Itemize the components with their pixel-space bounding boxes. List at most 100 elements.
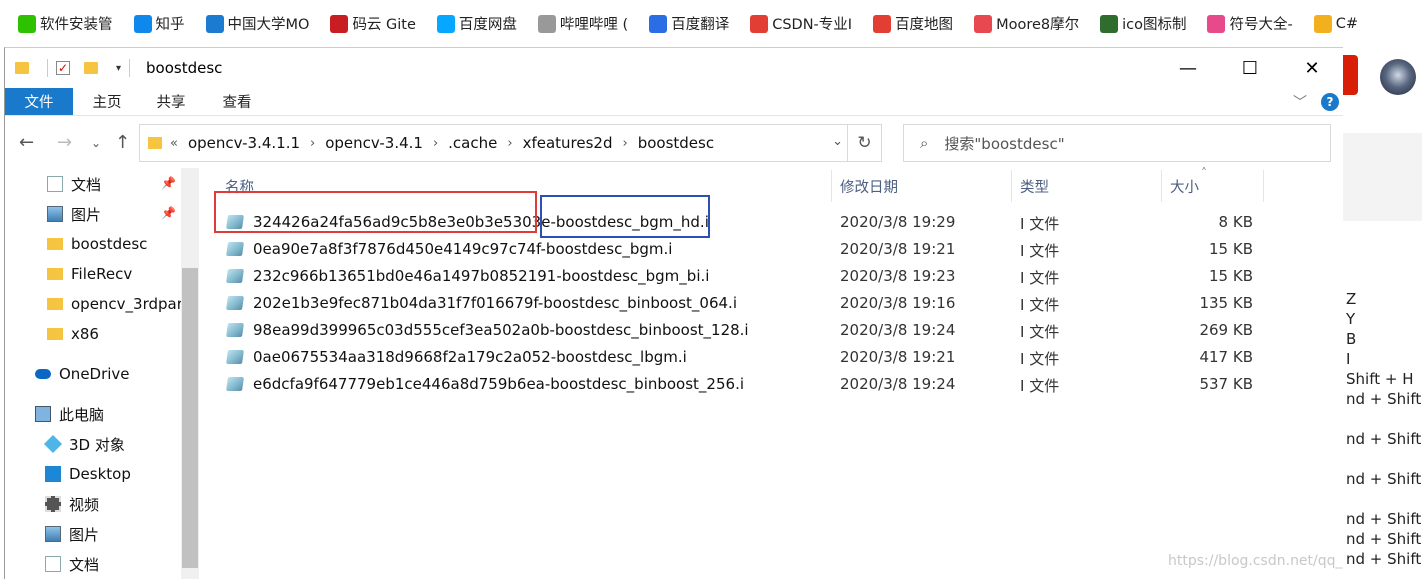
- bookmark-item[interactable]: Moore8摩尔: [974, 9, 1079, 39]
- bookmark-item[interactable]: 中国大学MO: [205, 9, 309, 39]
- breadcrumb-item[interactable]: .cache: [448, 134, 497, 152]
- pictures-icon: [47, 206, 63, 222]
- refresh-icon[interactable]: ↻: [847, 125, 881, 161]
- column-header-type[interactable]: 类型: [1020, 168, 1049, 204]
- file-date: 2020/3/8 19:24: [840, 375, 956, 393]
- forward-arrow-icon[interactable]: →: [57, 132, 72, 153]
- up-arrow-icon[interactable]: ↑: [115, 132, 130, 153]
- column-divider[interactable]: [831, 170, 832, 202]
- moore-icon: [974, 14, 993, 33]
- annotation-red-box: [214, 191, 537, 233]
- pin-icon[interactable]: 📌: [161, 176, 176, 190]
- column-header-size[interactable]: 大小: [1170, 168, 1199, 204]
- bookmark-item[interactable]: 百度地图: [873, 9, 953, 39]
- sidebar-item[interactable]: 图片: [47, 200, 101, 228]
- sidebar-item[interactable]: 文档: [45, 550, 99, 578]
- bookmark-item[interactable]: 符号大全-: [1207, 9, 1293, 39]
- bookmark-item[interactable]: ico图标制: [1100, 9, 1186, 39]
- sidebar-item[interactable]: OneDrive: [35, 360, 130, 388]
- bookmark-label: 百度网盘: [458, 17, 517, 33]
- background-text: nd + Shift +: [1346, 530, 1422, 548]
- breadcrumb-chevron-icon[interactable]: ›: [507, 136, 512, 151]
- sidebar-item-label: 图片: [71, 205, 102, 224]
- file-icon: [226, 350, 244, 364]
- file-row[interactable]: 0ae0675534aa318d9668f2a179c2a052-boostde…: [217, 344, 1253, 371]
- sidebar-item[interactable]: opencv_3rdpar: [47, 290, 183, 318]
- sidebar-item[interactable]: 3D 对象: [43, 430, 125, 458]
- breadcrumb-item[interactable]: boostdesc: [638, 134, 714, 152]
- customize-toolbar-dropdown[interactable]: ▾: [116, 63, 121, 74]
- breadcrumb-overflow[interactable]: «: [170, 136, 178, 151]
- column-divider[interactable]: [1011, 170, 1012, 202]
- column-header-date[interactable]: 修改日期: [840, 168, 898, 204]
- sidebar-item-label: x86: [71, 325, 99, 343]
- navigation-bar: ← → ⌄ ↑ « opencv-3.4.1.1 › opencv-3.4.1 › .c…: [5, 122, 1343, 166]
- sidebar-item[interactable]: x86: [47, 320, 99, 348]
- file-row[interactable]: 0ea90e7a8f3f7876d450e4149c97c74f-boostde…: [217, 236, 1253, 263]
- breadcrumb-chevron-icon[interactable]: ›: [433, 136, 438, 151]
- bookmark-item[interactable]: CSDN-专业I: [750, 9, 852, 39]
- tab-share[interactable]: 共享: [149, 88, 193, 115]
- column-divider[interactable]: [1161, 170, 1162, 202]
- avatar[interactable]: [1380, 59, 1416, 95]
- file-row[interactable]: 232c966b13651bd0e46a1497b0852191-boostde…: [217, 263, 1253, 290]
- tab-home[interactable]: 主页: [85, 88, 129, 115]
- bookmark-item[interactable]: 哔哩哔哩 (: [537, 9, 628, 39]
- file-name: e6dcfa9f647779eb1ce446a8d759b6ea-boostde…: [253, 375, 745, 393]
- file-icon: [226, 242, 244, 256]
- sidebar-item[interactable]: Desktop: [45, 460, 131, 488]
- navigation-pane-scrollbar[interactable]: [181, 168, 199, 579]
- new-folder-icon[interactable]: [84, 62, 98, 74]
- bookmark-item[interactable]: 百度翻译: [649, 9, 729, 39]
- breadcrumb-item[interactable]: opencv-3.4.1: [325, 134, 423, 152]
- sidebar-item[interactable]: 文档: [47, 170, 101, 198]
- address-dropdown-icon[interactable]: ⌄: [832, 134, 843, 149]
- sidebar-item[interactable]: 此电脑: [35, 400, 104, 428]
- bookmark-item[interactable]: C#: [1313, 9, 1358, 39]
- breadcrumb-item[interactable]: xfeatures2d: [523, 134, 613, 152]
- background-text: Z: [1346, 290, 1357, 308]
- file-date: 2020/3/8 19:24: [840, 321, 956, 339]
- properties-icon[interactable]: ✓: [56, 61, 70, 75]
- breadcrumb-item[interactable]: opencv-3.4.1.1: [188, 134, 300, 152]
- expand-ribbon-icon[interactable]: ﹀: [1293, 92, 1307, 112]
- sidebar-item-label: 文档: [71, 175, 102, 194]
- zhihu-icon: [133, 14, 152, 33]
- sidebar-item[interactable]: 视频: [45, 490, 99, 518]
- file-row[interactable]: 98ea99d399965c03d555cef3ea502a0b-boostde…: [217, 317, 1253, 344]
- help-icon[interactable]: ?: [1321, 93, 1339, 111]
- bookmark-item[interactable]: 知乎: [133, 9, 185, 39]
- breadcrumb-chevron-icon[interactable]: ›: [622, 136, 627, 151]
- map-pin-icon: [873, 14, 892, 33]
- sidebar-item[interactable]: 图片: [45, 520, 99, 548]
- file-date: 2020/3/8 19:21: [840, 240, 956, 258]
- document-icon: [537, 14, 556, 33]
- gitee-icon: [330, 14, 349, 33]
- recent-locations-icon[interactable]: ⌄: [91, 136, 101, 150]
- sidebar-item-label: boostdesc: [71, 235, 148, 253]
- sidebar-item-label: Desktop: [69, 465, 131, 483]
- file-row[interactable]: 202e1b3e9fec871b04da31f7f016679f-boostde…: [217, 290, 1253, 317]
- tab-file[interactable]: 文件: [5, 88, 73, 115]
- close-button[interactable]: ✕: [1281, 48, 1343, 88]
- pin-icon[interactable]: 📌: [161, 206, 176, 220]
- sidebar-item[interactable]: boostdesc: [47, 230, 147, 258]
- bookmark-item[interactable]: 码云 Gite: [330, 9, 416, 39]
- breadcrumb-chevron-icon[interactable]: ›: [310, 136, 315, 151]
- back-arrow-icon[interactable]: ←: [19, 132, 34, 153]
- bookmark-item[interactable]: 百度网盘: [436, 9, 517, 39]
- search-box[interactable]: ⌕ 搜索"boostdesc": [903, 124, 1331, 162]
- tab-view[interactable]: 查看: [215, 88, 259, 115]
- background-text: nd + Shift +: [1346, 430, 1422, 448]
- sidebar-item[interactable]: FileRecv: [47, 260, 132, 288]
- bookmark-item[interactable]: 软件安装管: [18, 9, 113, 39]
- minimize-button[interactable]: —: [1157, 48, 1219, 88]
- maximize-button[interactable]: ☐: [1219, 48, 1281, 88]
- sidebar-item-label: opencv_3rdpar: [71, 295, 183, 313]
- column-divider[interactable]: [1263, 170, 1264, 202]
- annotation-blue-box: [540, 195, 710, 238]
- file-row[interactable]: e6dcfa9f647779eb1ce446a8d759b6ea-boostde…: [217, 371, 1253, 398]
- scrollbar-thumb[interactable]: [182, 268, 198, 568]
- address-bar[interactable]: « opencv-3.4.1.1 › opencv-3.4.1 › .cache › xfe…: [139, 124, 882, 162]
- background-text: I: [1346, 350, 1351, 368]
